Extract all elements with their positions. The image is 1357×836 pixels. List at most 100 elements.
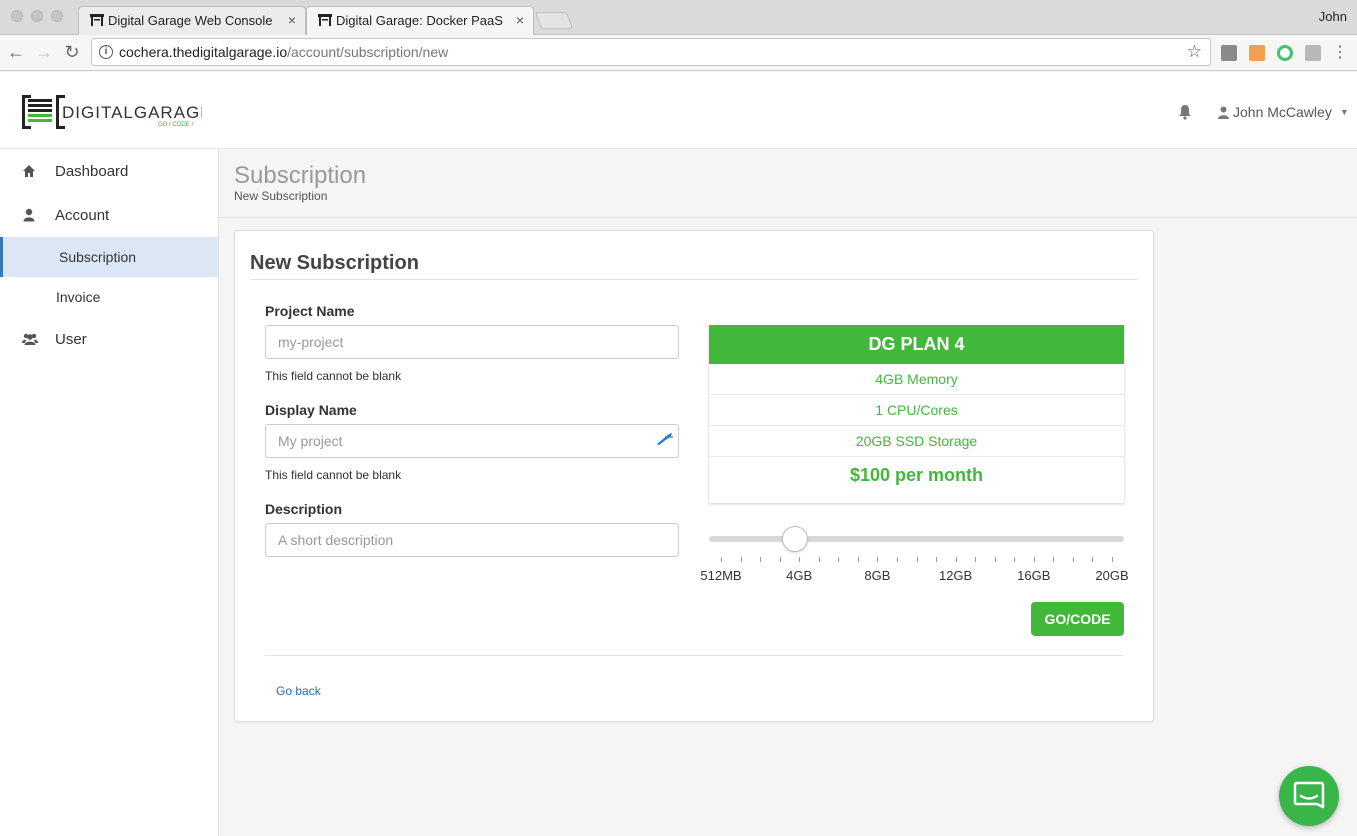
- plan-card: DG PLAN 4 4GB Memory 1 CPU/Cores 20GB SS…: [709, 325, 1124, 503]
- divider: [250, 279, 1138, 280]
- slider-tick: [760, 557, 762, 562]
- digital-garage-logo[interactable]: DIGITALGARAGE GO / CODE !: [22, 93, 202, 133]
- slider-tick: [877, 557, 879, 562]
- new-subscription-panel: New Subscription Project Name This field…: [234, 230, 1154, 722]
- plan-storage: 20GB SSD Storage: [709, 426, 1124, 457]
- chat-icon: [1293, 781, 1325, 809]
- app-header: DIGITALGARAGE GO / CODE ! John McCawley …: [0, 72, 1357, 149]
- window-zoom-dot[interactable]: [51, 10, 63, 22]
- slider-tick: [1053, 557, 1055, 562]
- slider-tick: [740, 557, 742, 562]
- slider-tick: [721, 557, 722, 562]
- sidebar: Dashboard Account Subscription Invoice U…: [0, 149, 219, 836]
- new-tab-button[interactable]: [534, 12, 574, 29]
- display-name-input[interactable]: [265, 424, 679, 458]
- slider-tick: [916, 557, 918, 562]
- sidebar-item-label: Invoice: [56, 289, 101, 305]
- slider-label: 20GB: [1095, 568, 1129, 583]
- go-back-link[interactable]: Go back: [276, 684, 321, 698]
- analytics-extension-icon[interactable]: [1249, 45, 1265, 61]
- slider-tick: [896, 557, 898, 562]
- home-icon: [23, 165, 35, 177]
- url-path: /account/subscription/new: [287, 44, 449, 60]
- plan-slider-track[interactable]: [709, 536, 1124, 542]
- bell-icon[interactable]: [1177, 104, 1193, 120]
- slider-tick: [818, 557, 820, 562]
- window-minimize-dot[interactable]: [31, 10, 43, 22]
- slider-tick: [838, 557, 840, 562]
- calendar-extension-icon[interactable]: [1221, 45, 1237, 61]
- browser-profile-name[interactable]: John: [1319, 9, 1347, 24]
- slider-label: 16GB: [1017, 568, 1051, 583]
- browser-toolbar: ← → ↻ i cochera.thedigitalgarage.io/acco…: [0, 35, 1357, 71]
- svg-text:GO / CODE !: GO / CODE !: [158, 122, 193, 128]
- slider-label: 12GB: [938, 568, 973, 583]
- back-arrow-icon[interactable]: ←: [6, 42, 26, 63]
- browser-tab-docker-paas[interactable]: Digital Garage: Docker PaaS|K ×: [306, 6, 534, 35]
- slider-tick: [857, 557, 859, 562]
- plan-memory: 4GB Memory: [709, 364, 1124, 395]
- slider-tick: [779, 557, 781, 562]
- sidebar-item-label: Subscription: [59, 249, 137, 265]
- sidebar-item-dashboard[interactable]: Dashboard: [0, 151, 218, 191]
- window-close-dot[interactable]: [11, 10, 23, 22]
- tab-title: Digital Garage Web Console: [108, 13, 273, 28]
- description-input[interactable]: [265, 523, 679, 557]
- sidebar-item-invoice[interactable]: Invoice: [0, 277, 218, 317]
- user-icon: [23, 208, 35, 222]
- slider-tick: [936, 557, 938, 562]
- plan-price: $100 per month: [849, 465, 984, 485]
- bookmark-star-icon[interactable]: ☆: [1187, 42, 1202, 62]
- slider-tick: [994, 557, 996, 562]
- sidebar-item-account[interactable]: Account: [0, 195, 218, 235]
- address-bar[interactable]: i cochera.thedigitalgarage.io/account/su…: [91, 38, 1211, 66]
- forward-arrow-icon[interactable]: →: [34, 42, 54, 63]
- project-name-label: Project Name: [265, 303, 355, 319]
- users-icon: [22, 333, 38, 345]
- description-label: Description: [265, 501, 343, 517]
- sidebar-item-label: Account: [55, 206, 110, 224]
- site-info-icon[interactable]: i: [99, 45, 113, 59]
- slider-tick: [1014, 557, 1016, 562]
- tab-close-icon[interactable]: ×: [516, 12, 524, 28]
- svg-text:DIGITALGARAGE: DIGITALGARAGE: [62, 103, 202, 122]
- display-name-label: Display Name: [265, 402, 357, 418]
- sidebar-item-label: Dashboard: [55, 162, 129, 180]
- reload-icon[interactable]: ↻: [62, 42, 82, 63]
- slider-tick: [975, 557, 977, 562]
- chat-launcher-button[interactable]: [1279, 766, 1339, 826]
- slider-label: 4GB: [786, 568, 813, 583]
- project-name-input[interactable]: [265, 325, 679, 359]
- plan-cpu: 1 CPU/Cores: [709, 395, 1124, 426]
- tab-title: Digital Garage: Docker PaaS|K: [336, 13, 504, 28]
- garage-favicon-icon: [318, 14, 332, 26]
- sidebar-item-subscription[interactable]: Subscription: [0, 237, 218, 277]
- plan-name: DG PLAN 4: [709, 325, 1124, 364]
- page-title: Subscription: [234, 162, 367, 189]
- grammarly-extension-icon[interactable]: [1277, 45, 1293, 61]
- panel-heading: New Subscription: [250, 252, 419, 274]
- slider-tick: [799, 557, 801, 562]
- slider-tick: [955, 557, 957, 562]
- slider-tick: [1092, 557, 1094, 562]
- tab-close-icon[interactable]: ×: [288, 12, 296, 28]
- browser-menu-icon[interactable]: ⋮: [1330, 42, 1350, 62]
- page-header: Subscription New Subscription: [219, 149, 1357, 218]
- page-subtitle: New Subscription: [234, 189, 328, 203]
- slider-tick: [1072, 557, 1074, 562]
- user-name: John McCawley: [1233, 104, 1332, 120]
- caret-down-icon: ▼: [1339, 107, 1349, 117]
- garage-favicon-icon: [90, 14, 104, 26]
- user-menu[interactable]: John McCawley ▼: [1218, 104, 1349, 120]
- slider-label: 512MB: [700, 568, 742, 583]
- slider-tick: [1033, 557, 1035, 562]
- plan-slider-handle[interactable]: [782, 526, 809, 552]
- browser-tab-web-console[interactable]: Digital Garage Web Console ×: [78, 6, 306, 35]
- go-code-button[interactable]: GO/CODE: [1031, 602, 1124, 636]
- divider: [265, 655, 1123, 656]
- autofill-pen-icon[interactable]: [655, 431, 675, 445]
- extension-icon[interactable]: [1305, 45, 1321, 61]
- user-icon: [1218, 106, 1229, 119]
- url-host: cochera.thedigitalgarage.io: [119, 44, 288, 60]
- sidebar-item-user[interactable]: User: [0, 319, 218, 359]
